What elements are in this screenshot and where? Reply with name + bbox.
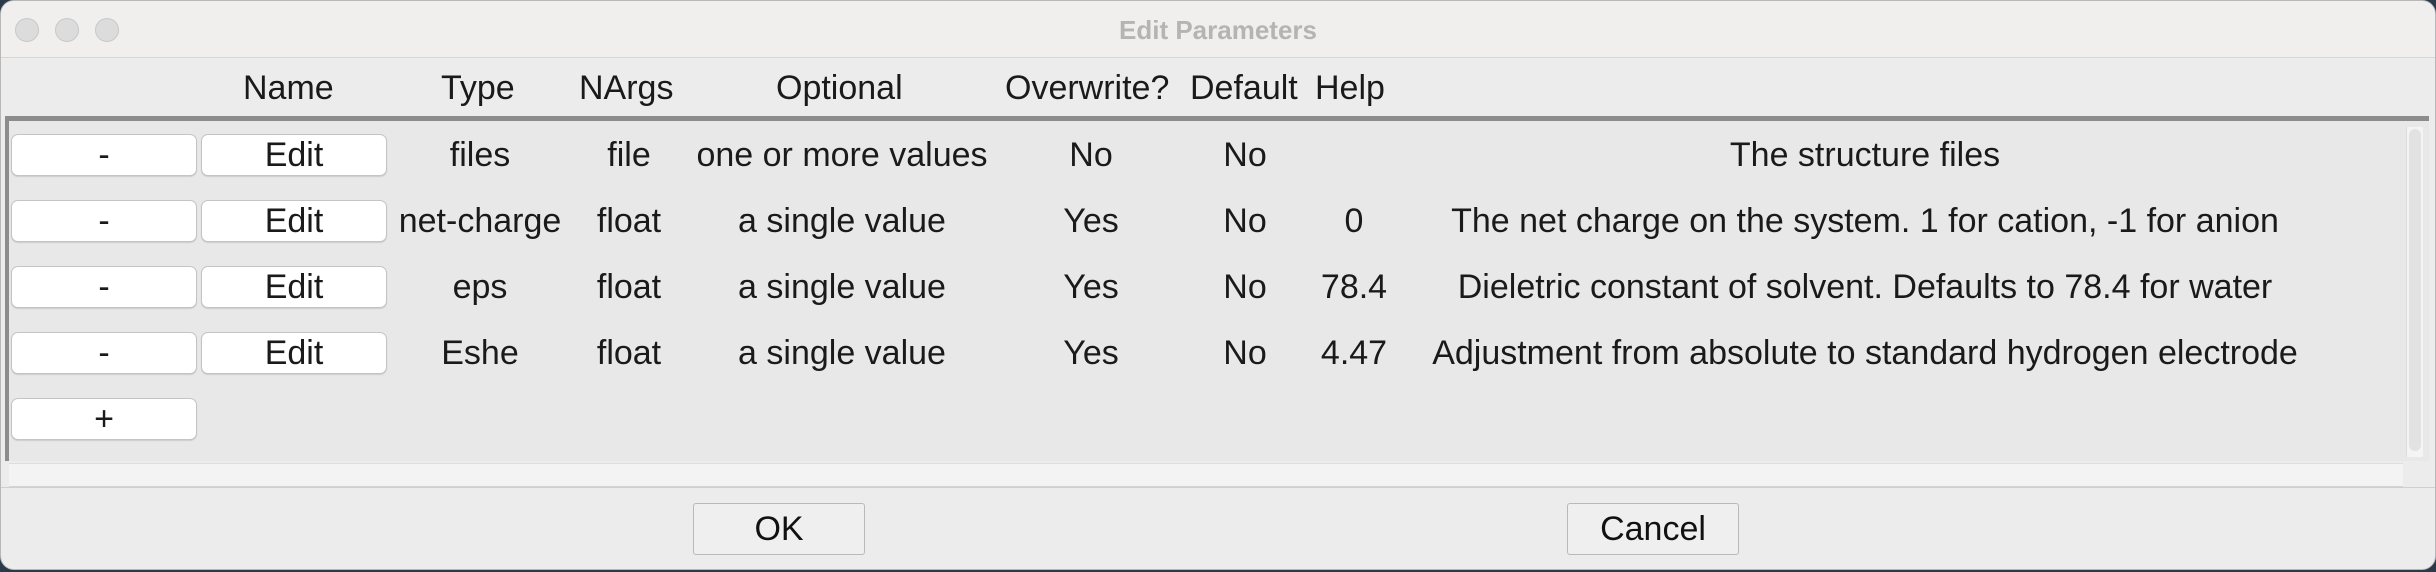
cell-nargs: a single value (738, 334, 946, 372)
column-header-type: Type (441, 69, 515, 107)
cell-optional: No (1069, 136, 1113, 174)
column-header-help: Help (1315, 69, 1385, 107)
cell-overwrite: No (1223, 268, 1267, 306)
vertical-scrollbar[interactable] (2406, 127, 2423, 457)
cell-help: Adjustment from absolute to standard hyd… (1432, 334, 2298, 372)
cell-overwrite: No (1223, 136, 1267, 174)
cancel-button[interactable]: Cancel (1567, 503, 1739, 555)
cell-nargs: a single value (738, 268, 946, 306)
cell-overwrite: No (1223, 334, 1267, 372)
remove-row-button[interactable]: - (11, 332, 197, 374)
cell-default: 4.47 (1320, 334, 1388, 372)
footer-divider (1, 487, 2435, 488)
cell-name: net-charge (398, 202, 562, 240)
column-header-name: Name (243, 69, 334, 107)
column-header-default: Default (1190, 69, 1298, 107)
cell-overwrite: No (1223, 202, 1267, 240)
column-header-optional: Optional (776, 69, 903, 107)
table-row: - Edit net-charge float a single value Y… (9, 192, 2399, 252)
edit-row-button[interactable]: Edit (201, 332, 387, 374)
edit-row-button[interactable]: Edit (201, 134, 387, 176)
column-header-nargs: NArgs (579, 69, 674, 107)
cell-nargs: one or more values (696, 136, 988, 174)
cell-name: files (449, 136, 511, 174)
cell-type: float (596, 268, 662, 306)
remove-row-button[interactable]: - (11, 134, 197, 176)
table-row: - Edit Eshe float a single value Yes No … (9, 324, 2399, 384)
cell-optional: Yes (1063, 268, 1119, 306)
horizontal-scrollbar[interactable] (9, 463, 2403, 487)
ok-button[interactable]: OK (693, 503, 865, 555)
cell-help: Dieletric constant of solvent. Defaults … (1457, 268, 2273, 306)
cell-default: 0 (1344, 202, 1364, 240)
title-bar: Edit Parameters (1, 1, 2435, 58)
remove-row-button[interactable]: - (11, 200, 197, 242)
window-title: Edit Parameters (1119, 15, 1317, 45)
table-row: - Edit eps float a single value Yes No 7… (9, 258, 2399, 318)
cell-default: 78.4 (1320, 268, 1388, 306)
add-row: + (9, 390, 2399, 450)
cell-optional: Yes (1063, 334, 1119, 372)
add-parameter-button[interactable]: + (11, 398, 197, 440)
cell-type: float (596, 202, 662, 240)
cell-name: eps (452, 268, 508, 306)
table-row: - Edit files file one or more values No … (9, 126, 2399, 186)
edit-row-button[interactable]: Edit (201, 266, 387, 308)
cell-type: float (596, 334, 662, 372)
cell-nargs: a single value (738, 202, 946, 240)
column-header-overwrite: Overwrite? (1005, 69, 1170, 107)
cell-optional: Yes (1063, 202, 1119, 240)
vertical-scroll-thumb[interactable] (2409, 129, 2421, 451)
cell-help: The net charge on the system. 1 for cati… (1451, 202, 2279, 240)
parameters-table: - Edit files file one or more values No … (5, 116, 2429, 461)
remove-row-button[interactable]: - (11, 266, 197, 308)
edit-parameters-window: Edit Parameters Name Type NArgs Optional… (0, 0, 2436, 570)
cell-help: The structure files (1729, 136, 2001, 174)
edit-row-button[interactable]: Edit (201, 200, 387, 242)
cell-name: Eshe (441, 334, 519, 372)
cell-type: file (607, 136, 651, 174)
